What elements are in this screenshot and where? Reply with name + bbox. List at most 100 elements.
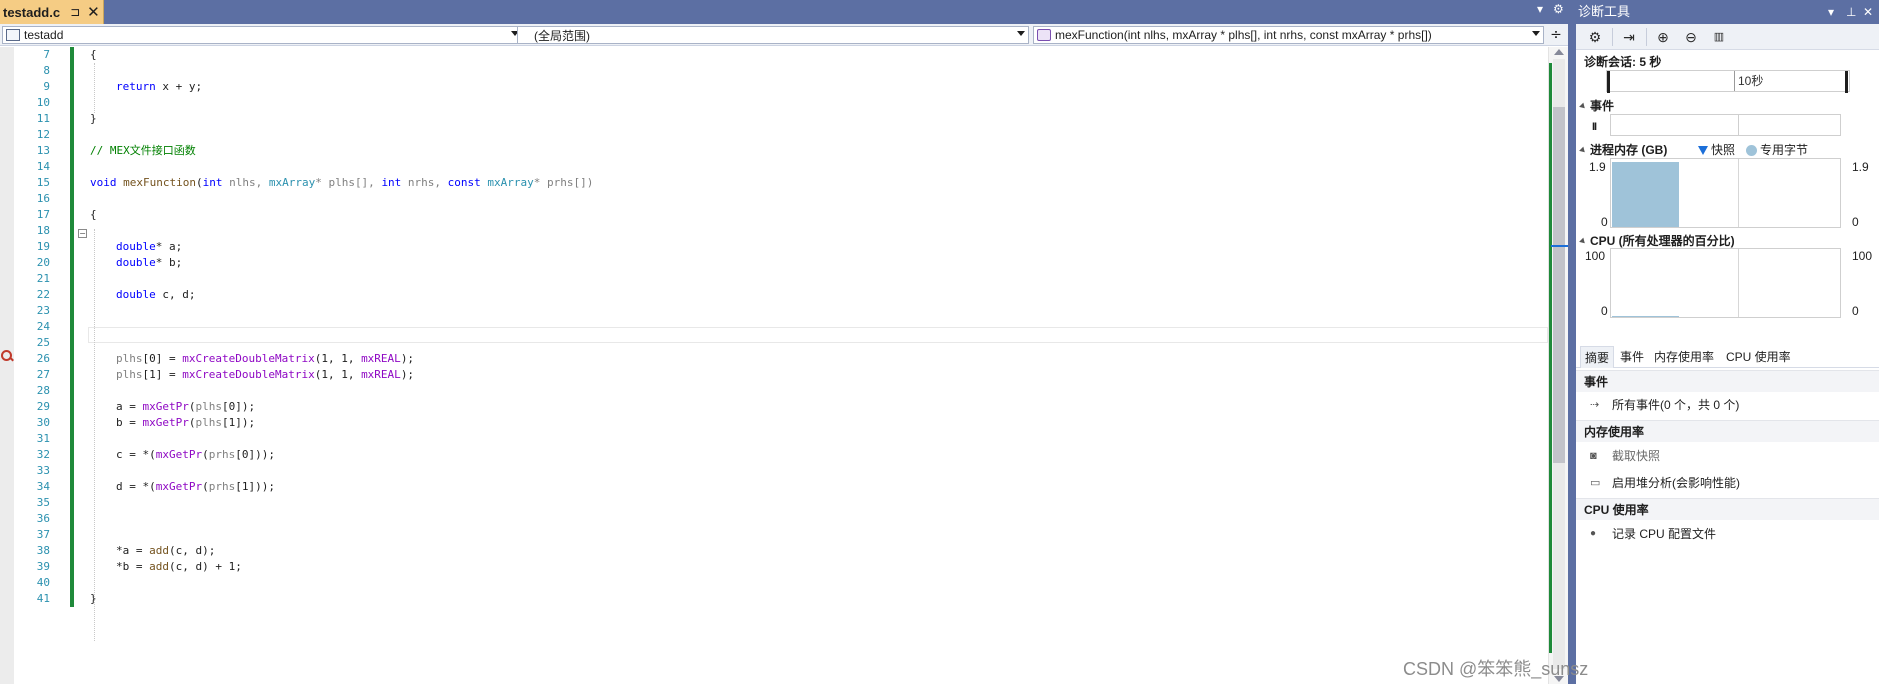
code-line[interactable]: 27 plhs[1] = mxCreateDoubleMatrix(1, 1, m… [0,367,1548,383]
code-line[interactable]: 8 [0,63,1548,79]
code-line[interactable]: 33 [0,463,1548,479]
collapse-triangle-icon [1579,146,1587,155]
enable-heap-profiling-toggle[interactable]: ▭ 启用堆分析(会影响性能) [1576,472,1879,494]
code-editor[interactable]: − 7{8 9 return x + y; 10 11} 12 13// MEX文件接口函数… [0,47,1548,684]
panel-splitter[interactable] [1568,0,1576,684]
code-line[interactable]: 12 [0,127,1548,143]
zoom-out-icon[interactable]: ⊖ [1680,28,1702,46]
code-token: (c, d); [169,544,216,557]
code-line[interactable]: 28 [0,383,1548,399]
panel-pin-icon[interactable]: ⊥ [1846,0,1856,24]
member-combo[interactable]: mexFunction(int nlhs, mxArray * plhs[], … [1033,26,1544,44]
code-text: c = *(mxGetPr(prhs[0])); [116,447,275,463]
document-tab-testadd[interactable]: testadd.c ⊐ ✕ [0,0,104,24]
reset-view-icon[interactable]: ▥ [1708,28,1730,46]
split-editor-button[interactable]: ÷ [1546,26,1566,44]
code-line[interactable]: 7{ [0,47,1548,63]
code-token: ( [195,176,203,189]
scroll-up-icon[interactable] [1554,49,1564,55]
line-number: 26 [36,352,50,365]
code-line[interactable]: 35 [0,495,1548,511]
pause-icon[interactable]: II [1592,121,1597,133]
code-token: mxGetPr [155,480,203,493]
code-line[interactable]: 16 [0,191,1548,207]
tab-summary[interactable]: 摘要 [1580,346,1615,368]
code-line[interactable]: 15 void mexFunction(int nlhs, mxArray* pl… [0,175,1548,191]
code-text: // MEX文件接口函数 [90,143,196,159]
memory-chart[interactable] [1610,158,1841,228]
tab-dropdown-icon[interactable]: ▾ [1537,2,1543,16]
timeline-end-marker[interactable] [1845,71,1848,93]
code-line[interactable]: 21 [0,271,1548,287]
scope-combo[interactable]: (全局范围) [517,26,1029,44]
code-line[interactable]: 39 *b = add(c, d) + 1; [0,559,1548,575]
code-text: double* a; [116,239,182,255]
code-text: b = mxGetPr(plhs[1]); [116,415,255,431]
export-icon[interactable]: ⇥ [1618,28,1640,46]
code-token: double [116,240,156,253]
timeline-start-marker[interactable] [1607,71,1610,93]
settings-gear-icon[interactable]: ⚙ [1584,28,1606,46]
code-line[interactable]: 18 [0,223,1548,239]
camera-icon: ◙ [1590,450,1597,462]
take-snapshot-button[interactable]: ◙ 截取快照 [1576,445,1879,467]
cpu-chart[interactable] [1610,248,1841,318]
tab-events[interactable]: 事件 [1616,346,1648,368]
code-line[interactable]: 20 double* b; [0,255,1548,271]
line-number: 22 [36,288,50,301]
diagnostic-tools-title: 诊断工具 ▾ ⊥ ✕ [1576,0,1879,24]
close-icon[interactable]: ✕ [87,4,100,20]
code-token: prhs [208,448,236,461]
code-text: *b = add(c, d) + 1; [116,559,242,575]
code-line[interactable]: 23 [0,303,1548,319]
all-events-link[interactable]: ⇢ 所有事件(0 个，共 0 个) [1576,394,1879,416]
scroll-thumb[interactable] [1553,107,1565,463]
tab-cpu-usage[interactable]: CPU 使用率 [1722,346,1795,368]
code-line[interactable]: 31 [0,431,1548,447]
project-combo[interactable]: testadd [2,26,523,44]
code-line[interactable]: 19 double* a; [0,239,1548,255]
events-section-header[interactable]: 事件 [1579,97,1614,114]
record-cpu-profile-button[interactable]: ● 记录 CPU 配置文件 [1576,523,1879,545]
events-track [1610,114,1841,136]
line-number: 8 [43,64,50,77]
code-line[interactable]: 24 [0,319,1548,335]
legend-private-bytes: 专用字节 [1746,141,1808,158]
code-line[interactable]: 41} [0,591,1548,607]
code-line[interactable]: 36 [0,511,1548,527]
memory-axis-max-right: 1.9 [1852,160,1869,174]
code-text: return x + y; [116,79,202,95]
code-line[interactable]: 9 return x + y; [0,79,1548,95]
cpu-section-header[interactable]: CPU (所有处理器的百分比) [1579,232,1735,249]
code-line[interactable]: 38 *a = add(c, d); [0,543,1548,559]
document-tab-name: testadd.c [3,4,61,20]
settings-gear-icon[interactable]: ⚙ [1553,2,1564,16]
code-line[interactable]: 17 { [0,207,1548,223]
code-line[interactable]: 13 // MEX文件接口函数 [0,143,1548,159]
code-token: *b = [116,560,150,573]
code-line[interactable]: 25 [0,335,1548,351]
code-line[interactable]: 32 c = *(mxGetPr(prhs[0])); [0,447,1548,463]
pin-icon[interactable]: ⊐ [70,5,80,19]
code-line[interactable]: 10 [0,95,1548,111]
code-token: double [116,288,156,301]
code-line[interactable]: 22 double c, d; [0,287,1548,303]
timeline-ruler[interactable]: 10秒 [1606,70,1850,93]
panel-menu-icon[interactable]: ▾ [1828,0,1834,24]
code-line[interactable]: 30 b = mxGetPr(plhs[1]); [0,415,1548,431]
code-line[interactable]: 11} [0,111,1548,127]
code-line[interactable]: 34 d = *(mxGetPr(prhs[1])); [0,479,1548,495]
code-line[interactable]: 40 [0,575,1548,591]
tab-memory-usage[interactable]: 内存使用率 [1650,346,1718,368]
zoom-in-icon[interactable]: ⊕ [1652,28,1674,46]
code-line[interactable]: 29 a = mxGetPr(plhs[0]); [0,399,1548,415]
panel-close-icon[interactable]: ✕ [1863,0,1873,24]
line-number: 33 [36,464,50,477]
code-token: c = *( [116,448,156,461]
vertical-scrollbar[interactable] [1548,47,1569,684]
code-line[interactable]: 37 [0,527,1548,543]
code-line[interactable]: 26 plhs[0] = mxCreateDoubleMatrix(1, 1, m… [0,351,1548,367]
memory-section-header[interactable]: 进程内存 (GB) [1579,141,1667,158]
code-line[interactable]: 14 [0,159,1548,175]
code-token: nrhs, [401,176,448,189]
